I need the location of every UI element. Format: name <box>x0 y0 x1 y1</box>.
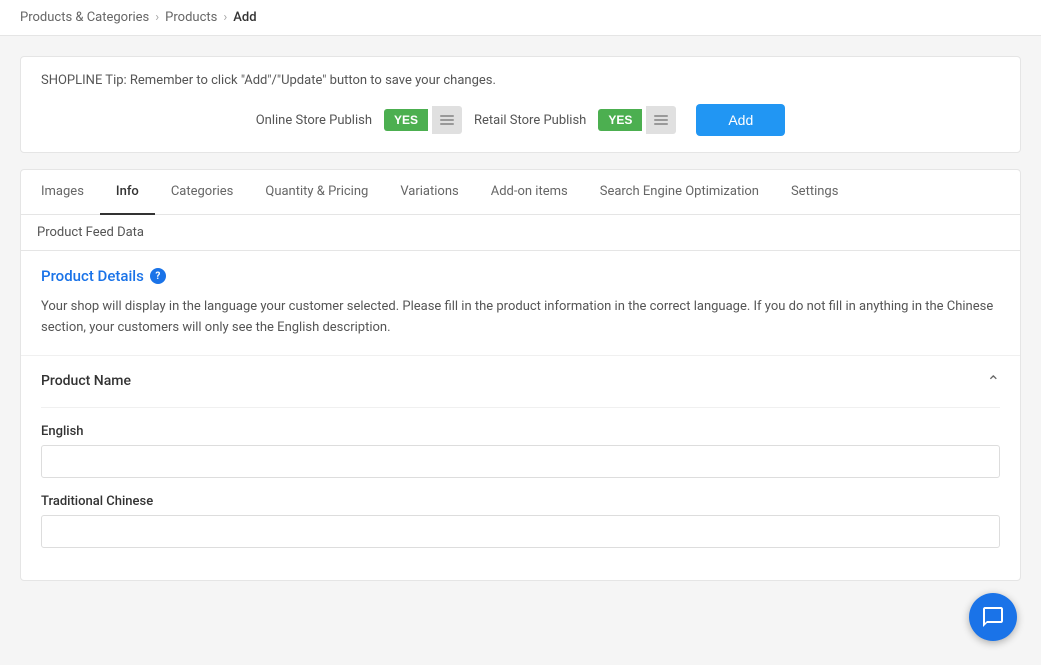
publish-row: Online Store Publish YES Retail Store Pu… <box>41 104 1000 136</box>
product-feed-bar[interactable]: Product Feed Data <box>21 215 1020 251</box>
breadcrumb-separator-1: › <box>155 10 159 25</box>
main-container: SHOPLINE Tip: Remember to click "Add"/"U… <box>0 36 1041 601</box>
breadcrumb-separator-2: › <box>223 10 227 25</box>
product-details-section: Product Details ? Your shop will display… <box>21 251 1020 356</box>
chinese-field-group: Traditional Chinese <box>41 494 1000 548</box>
bar-icon <box>654 115 668 117</box>
add-button[interactable]: Add <box>696 104 785 136</box>
online-store-yes-button[interactable]: YES <box>384 109 428 131</box>
online-store-toggle[interactable]: YES <box>384 106 462 134</box>
bar-icon <box>440 123 454 125</box>
breadcrumb-products-categories[interactable]: Products & Categories <box>20 10 149 25</box>
retail-store-label: Retail Store Publish <box>474 113 586 128</box>
product-details-heading: Product Details ? <box>41 267 1000 285</box>
bar-icon <box>654 119 668 121</box>
tip-text: SHOPLINE Tip: Remember to click "Add"/"U… <box>41 73 1000 88</box>
chinese-input[interactable] <box>41 515 1000 548</box>
product-details-title: Product Details <box>41 267 144 285</box>
bar-icon <box>654 123 668 125</box>
tip-box: SHOPLINE Tip: Remember to click "Add"/"U… <box>20 56 1021 153</box>
fields-area: English Traditional Chinese <box>41 408 1000 580</box>
tabs: Images Info Categories Quantity & Pricin… <box>21 170 1020 215</box>
chat-bubble-button[interactable] <box>969 593 1017 641</box>
english-label: English <box>41 424 1000 439</box>
tab-images[interactable]: Images <box>25 170 100 215</box>
tab-card: Images Info Categories Quantity & Pricin… <box>20 169 1021 581</box>
online-store-bars-button[interactable] <box>432 106 462 134</box>
retail-store-bars-button[interactable] <box>646 106 676 134</box>
tab-categories[interactable]: Categories <box>155 170 250 215</box>
breadcrumb-current: Add <box>233 10 256 25</box>
tab-settings[interactable]: Settings <box>775 170 854 215</box>
retail-store-toggle[interactable]: YES <box>598 106 676 134</box>
retail-store-yes-button[interactable]: YES <box>598 109 642 131</box>
tab-variations[interactable]: Variations <box>384 170 474 215</box>
bar-icon <box>440 115 454 117</box>
bar-icon <box>440 119 454 121</box>
english-input[interactable] <box>41 445 1000 478</box>
tab-add-on-items[interactable]: Add-on items <box>475 170 584 215</box>
breadcrumb: Products & Categories › Products › Add <box>0 0 1041 36</box>
chinese-label: Traditional Chinese <box>41 494 1000 509</box>
english-field-group: English <box>41 424 1000 478</box>
tab-seo[interactable]: Search Engine Optimization <box>584 170 775 215</box>
product-name-header[interactable]: Product Name ⌃ <box>41 356 1000 408</box>
online-store-label: Online Store Publish <box>256 113 372 128</box>
chevron-up-icon: ⌃ <box>987 372 1000 391</box>
product-name-section: Product Name ⌃ English Traditional Chine… <box>21 356 1020 580</box>
product-name-title: Product Name <box>41 373 131 389</box>
chat-icon <box>981 605 1005 629</box>
breadcrumb-products[interactable]: Products <box>165 10 217 25</box>
tab-info[interactable]: Info <box>100 170 155 215</box>
tab-quantity-pricing[interactable]: Quantity & Pricing <box>249 170 384 215</box>
product-details-info-text: Your shop will display in the language y… <box>41 297 1000 339</box>
help-icon[interactable]: ? <box>150 268 166 284</box>
